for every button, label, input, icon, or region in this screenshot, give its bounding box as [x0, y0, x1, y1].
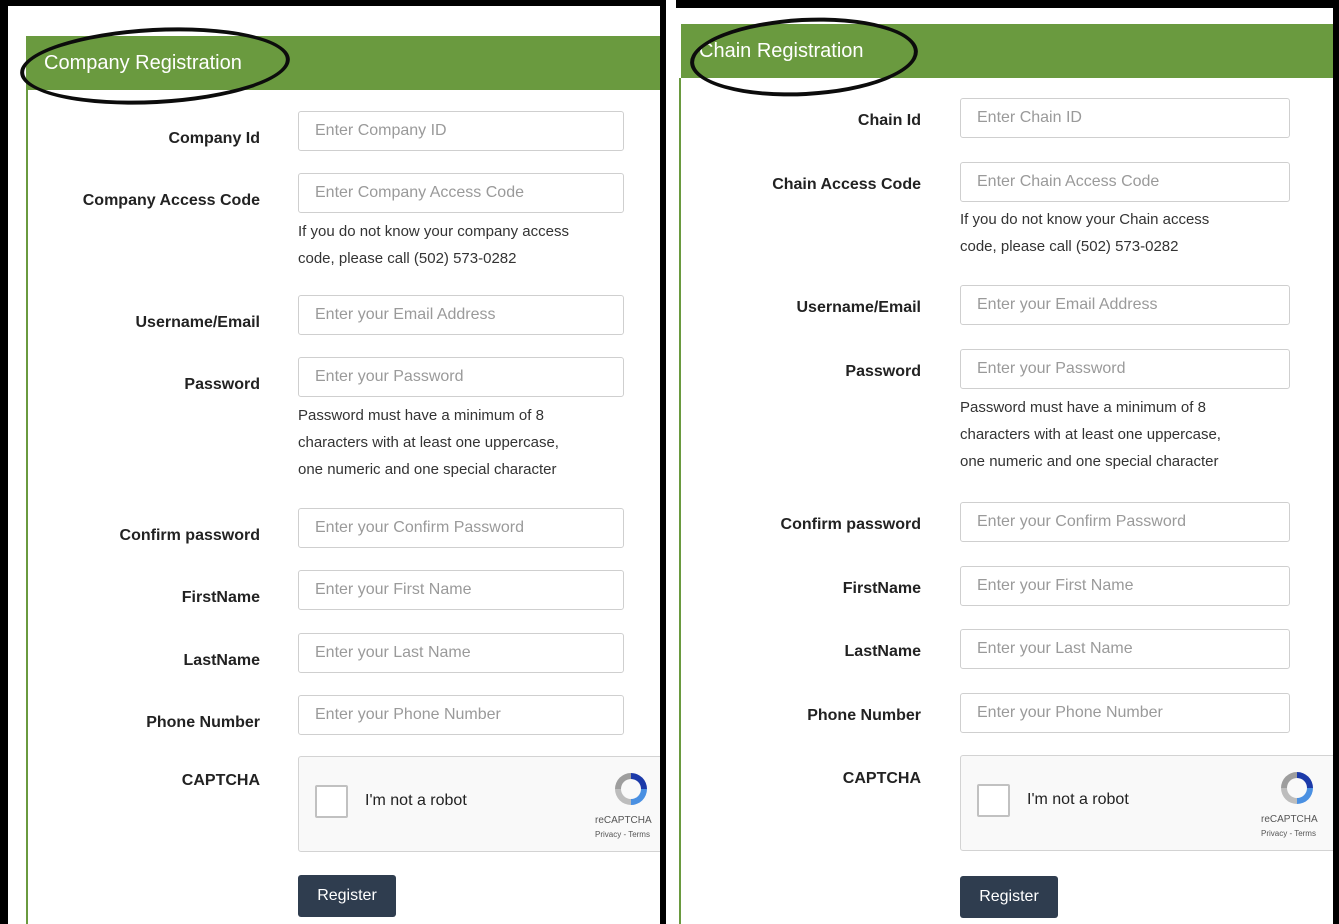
first-name-label: FirstName [181, 589, 260, 606]
username-email-input[interactable] [298, 295, 624, 335]
captcha-label: CAPTCHA [842, 770, 921, 787]
username-email-label: Username/Email [135, 314, 260, 331]
password-label: Password [184, 376, 260, 393]
captcha-checkbox[interactable] [315, 785, 348, 818]
first-name-input[interactable] [298, 570, 624, 610]
chain-registration-header: Chain Registration [681, 24, 1333, 78]
company-id-label: Company Id [168, 130, 260, 147]
recaptcha-widget: I'm not a robot reCAPTCHA Privacy - Term… [298, 756, 660, 852]
confirm-password-label: Confirm password [780, 516, 921, 533]
help-line: characters with at least one uppercase, [298, 434, 559, 451]
phone-number-input[interactable] [298, 695, 624, 735]
confirm-password-input[interactable] [298, 508, 624, 548]
chain-registration-panel: Chain Registration Chain Id Chain Access… [676, 0, 1339, 924]
password-label: Password [845, 363, 921, 380]
access-code-help: If you do not know your Chain access cod… [960, 206, 1209, 260]
phone-number-label: Phone Number [807, 707, 921, 724]
help-line: If you do not know your Chain access [960, 211, 1210, 228]
confirm-password-input[interactable] [960, 502, 1290, 542]
phone-number-input[interactable] [960, 693, 1290, 733]
chain-access-code-label: Chain Access Code [772, 176, 921, 193]
register-button[interactable]: Register [960, 876, 1058, 918]
last-name-input[interactable] [298, 633, 624, 673]
recaptcha-widget: I'm not a robot reCAPTCHA Privacy - Term… [960, 755, 1333, 851]
first-name-label: FirstName [842, 580, 921, 597]
recaptcha-links[interactable]: Privacy - Terms [1261, 829, 1316, 838]
help-line: characters with at least one uppercase, [960, 426, 1221, 443]
company-registration-header: Company Registration [26, 36, 660, 90]
password-input[interactable] [960, 349, 1290, 389]
register-button[interactable]: Register [298, 875, 396, 917]
username-email-label: Username/Email [796, 299, 921, 316]
confirm-password-label: Confirm password [119, 527, 260, 544]
last-name-label: LastName [844, 643, 921, 660]
company-registration-title: Company Registration [44, 52, 242, 74]
password-help: Password must have a minimum of 8 charac… [960, 394, 1221, 475]
username-email-input[interactable] [960, 285, 1290, 325]
help-line: one numeric and one special character [298, 461, 557, 478]
phone-number-label: Phone Number [146, 714, 260, 731]
help-line: Password must have a minimum of 8 [298, 407, 544, 424]
chain-access-code-input[interactable] [960, 162, 1290, 202]
access-code-help: If you do not know your company access c… [298, 218, 569, 272]
password-input[interactable] [298, 357, 624, 397]
panel-border [679, 78, 681, 924]
panel-border [26, 90, 28, 924]
chain-registration-title: Chain Registration [699, 40, 864, 62]
captcha-text: I'm not a robot [365, 792, 467, 809]
captcha-label: CAPTCHA [181, 772, 260, 789]
chain-id-input[interactable] [960, 98, 1290, 138]
help-line: code, please call (502) 573-0282 [960, 238, 1179, 255]
first-name-input[interactable] [960, 566, 1290, 606]
help-line: one numeric and one special character [960, 453, 1219, 470]
captcha-text: I'm not a robot [1027, 791, 1129, 808]
help-line: If you do not know your company access [298, 223, 569, 240]
company-registration-panel: Company Registration Company Id Company … [0, 0, 666, 924]
company-access-code-input[interactable] [298, 173, 624, 213]
help-line: code, please call (502) 573-0282 [298, 250, 517, 267]
recaptcha-logo-icon [1281, 772, 1313, 804]
company-id-input[interactable] [298, 111, 624, 151]
recaptcha-links[interactable]: Privacy - Terms [595, 830, 650, 839]
recaptcha-brand: reCAPTCHA [1261, 814, 1318, 825]
company-access-code-label: Company Access Code [82, 192, 260, 209]
last-name-label: LastName [183, 652, 260, 669]
recaptcha-brand: reCAPTCHA [595, 815, 652, 826]
chain-id-label: Chain Id [857, 112, 921, 129]
password-help: Password must have a minimum of 8 charac… [298, 402, 559, 483]
captcha-checkbox[interactable] [977, 784, 1010, 817]
help-line: Password must have a minimum of 8 [960, 399, 1206, 416]
recaptcha-logo-icon [615, 773, 647, 805]
last-name-input[interactable] [960, 629, 1290, 669]
